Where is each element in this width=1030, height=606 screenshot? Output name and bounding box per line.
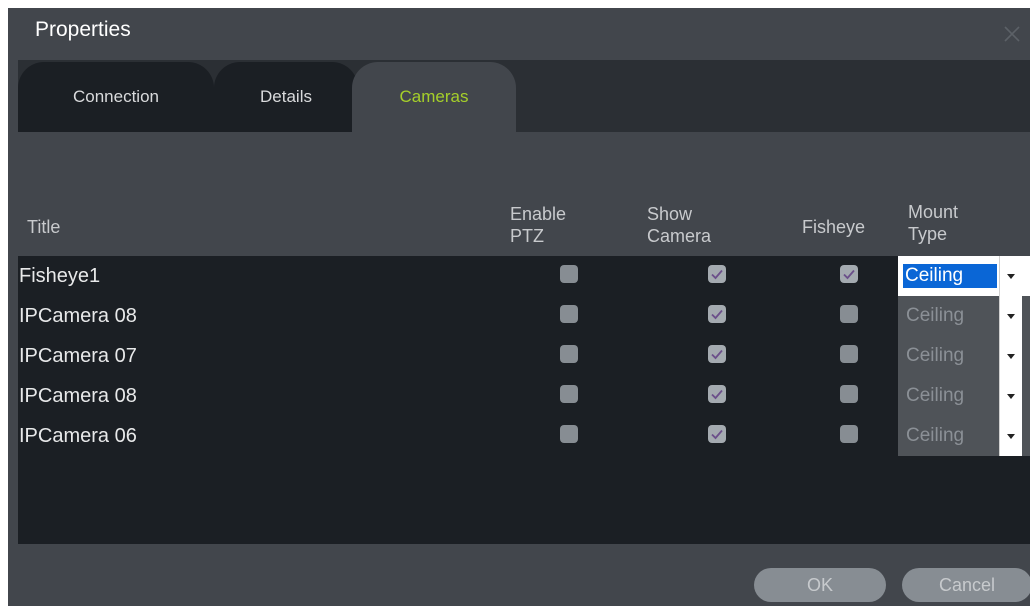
show-camera-checkbox[interactable] (708, 385, 726, 403)
column-header-show-camera: Show Camera (647, 204, 712, 246)
mount-type-value: Ceiling (904, 424, 998, 448)
column-header-enable-ptz: Enable PTZ (510, 204, 567, 246)
column-header-mount-type: Mount Type (908, 202, 959, 244)
enable-ptz-checkbox[interactable] (560, 265, 578, 283)
camera-title: IPCamera 06 (19, 425, 137, 447)
enable-ptz-checkbox[interactable] (560, 425, 578, 443)
mount-type-dropdown[interactable]: Ceiling (898, 296, 1030, 336)
camera-title: IPCamera 08 (19, 305, 137, 327)
checkmark-icon (711, 349, 723, 360)
checkmark-icon (711, 309, 723, 320)
cancel-button[interactable]: Cancel (902, 568, 1030, 602)
mount-type-value: Ceiling (904, 304, 998, 328)
checkmark-icon (843, 269, 855, 280)
chevron-down-icon[interactable] (999, 416, 1022, 456)
show-camera-checkbox[interactable] (708, 425, 726, 443)
checkmark-icon (711, 269, 723, 280)
mount-type-dropdown[interactable]: Ceiling (898, 376, 1030, 416)
show-camera-checkbox[interactable] (708, 265, 726, 283)
mount-type-dropdown[interactable]: Ceiling (898, 336, 1030, 376)
chevron-down-icon[interactable] (999, 256, 1022, 296)
fisheye-checkbox[interactable] (840, 345, 858, 363)
mount-type-value: Ceiling (904, 344, 998, 368)
fisheye-checkbox[interactable] (840, 385, 858, 403)
show-camera-checkbox[interactable] (708, 305, 726, 323)
checkmark-icon (711, 429, 723, 440)
mount-type-dropdown[interactable]: Ceiling (898, 416, 1030, 456)
mount-type-value: Ceiling (904, 384, 998, 408)
camera-title: IPCamera 07 (19, 345, 137, 367)
enable-ptz-checkbox[interactable] (560, 385, 578, 403)
camera-list-panel (18, 256, 1030, 544)
mount-type-value: Ceiling (903, 264, 997, 288)
chevron-down-icon[interactable] (999, 336, 1022, 376)
checkmark-icon (711, 389, 723, 400)
fisheye-checkbox[interactable] (840, 425, 858, 443)
properties-dialog: Properties Connection Details Cameras Ti… (8, 8, 1030, 606)
enable-ptz-checkbox[interactable] (560, 345, 578, 363)
ok-button[interactable]: OK (754, 568, 886, 602)
tab-cameras[interactable]: Cameras (352, 62, 516, 132)
column-header-fisheye: Fisheye (802, 217, 866, 237)
column-header-title: Title (27, 217, 61, 237)
chevron-down-icon[interactable] (999, 376, 1022, 416)
dialog-title: Properties (35, 18, 131, 41)
chevron-down-icon[interactable] (999, 296, 1022, 336)
fisheye-checkbox[interactable] (840, 265, 858, 283)
tab-connection[interactable]: Connection (18, 62, 214, 132)
camera-title: IPCamera 08 (19, 385, 137, 407)
tab-details[interactable]: Details (214, 62, 358, 132)
camera-title: Fisheye1 (19, 265, 101, 287)
fisheye-checkbox[interactable] (840, 305, 858, 323)
close-icon[interactable] (1000, 22, 1024, 46)
enable-ptz-checkbox[interactable] (560, 305, 578, 323)
show-camera-checkbox[interactable] (708, 345, 726, 363)
mount-type-dropdown[interactable]: Ceiling (898, 256, 1030, 296)
